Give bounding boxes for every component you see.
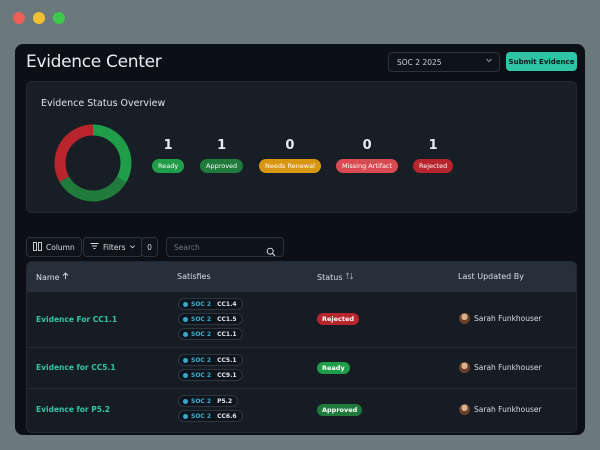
column-header-last-updated-by[interactable]: Last Updated By [458,272,524,281]
stat-ready: 1 Ready [152,138,185,173]
stat-count: 1 [217,138,227,153]
stat-rejected: 1 Rejected [413,138,454,173]
framework-dot [183,331,188,337]
rejected-badge: Rejected [413,159,454,173]
sort-toggle-icon [345,272,354,282]
column-button-label: Column [46,242,75,252]
chip-control: CC9.1 [217,371,237,379]
column-header-satisfies[interactable]: Satisfies [177,272,211,281]
stat-missing-artifact: 0 Missing Artifact [336,138,399,173]
chip-framework: SOC 2 [191,330,212,338]
avatar [459,313,470,324]
filter-count-badge[interactable]: 0 [141,237,158,257]
submit-evidence-button[interactable]: Submit Evidence [506,52,577,71]
control-chip[interactable]: SOC 2 CC1.5 [178,313,243,325]
ready-badge: Ready [152,159,185,173]
table-row[interactable]: Evidence for P5.2 SOC 2 P5.2 SOC 2 CC6.6… [27,388,576,432]
chip-control: CC1.1 [217,330,237,338]
table-row[interactable]: Evidence for CC5.1 SOC 2 CC5.1 SOC 2 CC9… [27,347,576,388]
column-button[interactable]: Column [26,237,82,257]
avatar [459,404,470,415]
status-badge: Ready [317,362,350,374]
table-header: Name Satisfies Status Last Updated By [27,262,576,291]
column-header-name[interactable]: Name [36,272,69,282]
framework-dot [183,301,188,307]
filter-lines-icon [90,242,99,252]
table-row[interactable]: Evidence For CC1.1 SOC 2 CC1.4 SOC 2 CC1… [27,291,576,347]
framework-dot [183,372,188,378]
stat-count: 0 [362,138,372,153]
chip-framework: SOC 2 [191,315,212,323]
framework-select[interactable]: SOC 2 2025 [388,52,500,72]
user-name: Sarah Funkhouser [474,363,542,372]
filters-button[interactable]: Filters [83,237,144,257]
user-name: Sarah Funkhouser [474,405,542,414]
chip-control: CC1.4 [217,300,237,308]
chip-control: CC1.5 [217,315,237,323]
stat-count: 0 [285,138,295,153]
sort-ascending-icon [62,272,69,282]
status-badge: Rejected [317,313,360,325]
avatar [459,362,470,373]
column-header-status[interactable]: Status [317,272,354,282]
chevron-down-icon [485,56,493,66]
framework-dot [183,413,188,419]
chip-control: CC6.6 [217,412,237,420]
missing-artifact-badge: Missing Artifact [336,159,399,173]
chip-framework: SOC 2 [191,356,212,364]
evidence-name-link[interactable]: Evidence For CC1.1 [36,315,117,324]
search-box[interactable] [166,237,284,257]
minimize-window-button[interactable] [33,12,45,24]
overview-title: Evidence Status Overview [41,98,166,109]
framework-dot [183,357,188,363]
evidence-table: Name Satisfies Status Last Updated By Ev… [26,261,577,433]
chip-control: P5.2 [217,397,233,405]
maximize-window-button[interactable] [53,12,65,24]
chip-control: CC5.1 [217,356,237,364]
framework-dot [183,398,188,404]
columns-icon [33,241,42,253]
evidence-name-link[interactable]: Evidence for CC5.1 [36,363,116,372]
approved-badge: Approved [200,159,244,173]
stat-count: 1 [428,138,438,153]
stat-needs-renewal: 0 Needs Renewal [259,138,321,173]
last-updated-by: Sarah Funkhouser [459,404,542,415]
status-badge: Approved [317,404,363,416]
filters-button-label: Filters [103,242,126,252]
framework-select-value: SOC 2 2025 [397,57,442,67]
chip-framework: SOC 2 [191,412,212,420]
control-chip[interactable]: SOC 2 CC5.1 [178,354,243,366]
window-controls [13,12,65,24]
control-chip[interactable]: SOC 2 CC1.1 [178,328,243,340]
stat-approved: 1 Approved [200,138,244,173]
control-chip[interactable]: SOC 2 P5.2 [178,395,239,407]
user-name: Sarah Funkhouser [474,314,542,323]
close-window-button[interactable] [13,12,25,24]
chip-framework: SOC 2 [191,397,212,405]
status-overview-card: Evidence Status Overview 1 Ready 1 Appro… [26,81,577,213]
last-updated-by: Sarah Funkhouser [459,313,542,324]
control-chip[interactable]: SOC 2 CC6.6 [178,410,243,422]
stat-count: 1 [163,138,173,153]
status-donut-chart [54,124,132,202]
framework-dot [183,316,188,322]
search-input[interactable] [174,242,264,253]
control-chip[interactable]: SOC 2 CC1.4 [178,298,243,310]
chevron-down-icon [129,243,136,252]
search-icon[interactable] [266,242,276,261]
needs-renewal-badge: Needs Renewal [259,159,321,173]
last-updated-by: Sarah Funkhouser [459,362,542,373]
chip-framework: SOC 2 [191,300,212,308]
page-title: Evidence Center [26,52,162,72]
evidence-name-link[interactable]: Evidence for P5.2 [36,405,110,414]
evidence-center-app: Evidence Center SOC 2 2025 Submit Eviden… [15,44,585,435]
control-chip[interactable]: SOC 2 CC9.1 [178,369,243,381]
chip-framework: SOC 2 [191,371,212,379]
